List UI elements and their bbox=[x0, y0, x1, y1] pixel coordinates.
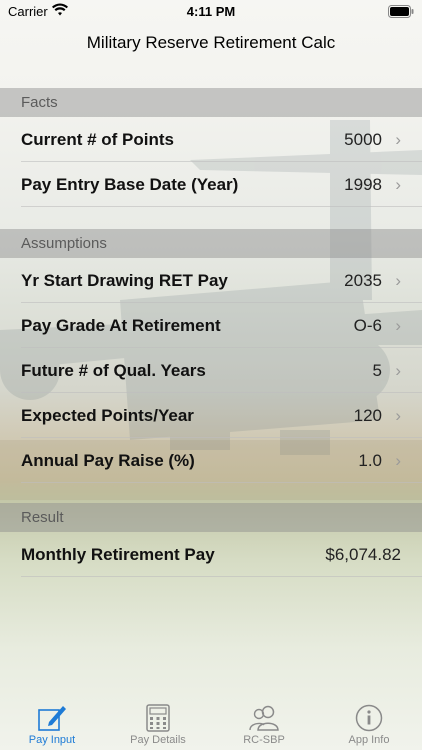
row-yr-start-drawing[interactable]: Yr Start Drawing RET Pay 2035 › bbox=[21, 258, 422, 303]
tab-label: App Info bbox=[348, 734, 390, 746]
row-value: O-6 bbox=[353, 316, 382, 335]
status-bar: Carrier 4:11 PM bbox=[0, 0, 422, 24]
settings-list: Facts Current # of Points 5000 › Pay Ent… bbox=[0, 88, 422, 577]
row-label: Pay Entry Base Date (Year) bbox=[21, 175, 239, 194]
tab-bar: Pay Input Pay Details RC-SBP App Info bbox=[0, 700, 422, 750]
chevron-right-icon: › bbox=[395, 175, 401, 194]
section-header-facts: Facts bbox=[0, 88, 422, 117]
row-future-qual-years[interactable]: Future # of Qual. Years 5 › bbox=[21, 348, 422, 393]
info-icon bbox=[355, 704, 383, 732]
section-header-assumptions: Assumptions bbox=[0, 229, 422, 258]
chevron-right-icon: › bbox=[395, 406, 401, 425]
chevron-right-icon: › bbox=[395, 271, 401, 290]
tab-label: Pay Details bbox=[130, 734, 186, 746]
row-label: Expected Points/Year bbox=[21, 406, 194, 425]
row-label: Current # of Points bbox=[21, 130, 175, 149]
tab-pay-details[interactable]: Pay Details bbox=[116, 704, 200, 746]
tab-label: Pay Input bbox=[28, 734, 76, 746]
row-expected-points-year[interactable]: Expected Points/Year 120 › bbox=[21, 393, 422, 438]
edit-icon bbox=[38, 706, 66, 731]
chevron-right-icon: › bbox=[395, 451, 401, 470]
calculator-icon bbox=[146, 704, 170, 732]
page-title: Military Reserve Retirement Calc bbox=[86, 33, 336, 52]
battery-icon bbox=[388, 5, 414, 23]
row-pay-entry-base-date[interactable]: Pay Entry Base Date (Year) 1998 › bbox=[21, 162, 422, 207]
chevron-right-icon: › bbox=[395, 361, 401, 380]
result-value: $6,074.82 bbox=[325, 545, 401, 564]
row-label: Monthly Retirement Pay bbox=[21, 545, 215, 564]
section-header-result: Result bbox=[0, 503, 422, 532]
tab-rc-sbp[interactable]: RC-SBP bbox=[222, 704, 306, 746]
row-value: 5 bbox=[372, 361, 382, 380]
people-icon bbox=[249, 705, 279, 731]
row-label: Pay Grade At Retirement bbox=[21, 316, 221, 335]
row-value: 5000 bbox=[344, 130, 382, 149]
chevron-right-icon: › bbox=[395, 130, 401, 149]
row-current-points[interactable]: Current # of Points 5000 › bbox=[21, 117, 422, 162]
tab-label: RC-SBP bbox=[243, 734, 285, 746]
row-value: 120 bbox=[353, 406, 382, 425]
row-label: Future # of Qual. Years bbox=[21, 361, 206, 380]
row-monthly-retirement-pay: Monthly Retirement Pay $6,074.82 bbox=[21, 532, 422, 577]
row-annual-pay-raise[interactable]: Annual Pay Raise (%) 1.0 › bbox=[21, 438, 422, 483]
clock-time: 4:11 PM bbox=[186, 4, 236, 19]
tab-pay-input[interactable]: Pay Input bbox=[10, 704, 94, 746]
row-value: 1.0 bbox=[358, 451, 382, 470]
tab-app-info[interactable]: App Info bbox=[327, 704, 411, 746]
row-label: Yr Start Drawing RET Pay bbox=[21, 271, 228, 290]
row-value: 2035 bbox=[344, 271, 382, 290]
chevron-right-icon: › bbox=[395, 316, 401, 335]
row-value: 1998 bbox=[344, 175, 382, 194]
row-pay-grade[interactable]: Pay Grade At Retirement O-6 › bbox=[21, 303, 422, 348]
row-label: Annual Pay Raise (%) bbox=[21, 451, 195, 470]
